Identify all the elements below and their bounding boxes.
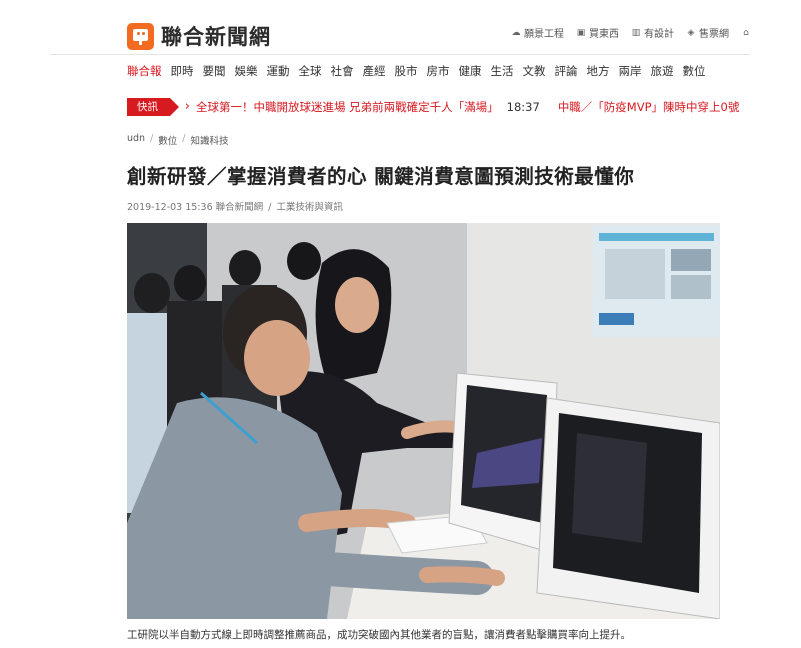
article-source[interactable]: 聯合新聞網 [216,202,264,213]
nav-item-education[interactable]: 文教 [523,63,546,79]
nav-item-udn-daily[interactable]: 聯合報 [127,63,162,79]
header-divider [50,54,750,55]
photo-caption: 工研院以半自動方式線上即時調整推薦商品，成功突破國內其他業者的盲點，讓消費者點擊… [127,629,631,641]
breadcrumb: udn / 數位 / 知識科技 [127,133,229,147]
site-logo[interactable]: 聯合新聞網 [127,21,271,51]
nav-item-society[interactable]: 社會 [331,63,354,79]
breadcrumb-item-digital[interactable]: 數位 [158,133,177,147]
nav-item-travel[interactable]: 旅遊 [651,63,674,79]
cart-icon: ▣ [576,27,586,38]
breadcrumb-item-home[interactable]: udn [127,133,145,147]
nav-item-instant[interactable]: 即時 [171,63,194,79]
udn-logo-icon [127,22,154,50]
chevron-right-icon: › [184,99,190,114]
nav-item-cross-strait[interactable]: 兩岸 [619,63,642,79]
breadcrumb-item-tech[interactable]: 知識科技 [191,133,229,147]
nav-item-health[interactable]: 健康 [459,63,482,79]
nav-item-life[interactable]: 生活 [491,63,514,79]
service-link-tickets[interactable]: ◈ 售票網 [686,25,729,41]
service-link-design[interactable]: ▥ 有設計 [631,25,674,41]
ticker-time: 18:37 [506,100,540,114]
service-link-more[interactable]: ⌂ [741,25,751,40]
article-title: 創新研發／掌握消費者的心 關鍵消費意圖預測技術最懂你 [127,165,635,188]
service-link-shop[interactable]: ▣ 買東西 [576,25,619,41]
nav-item-opinion[interactable]: 評論 [555,63,578,79]
nav-item-digital[interactable]: 數位 [683,63,706,79]
ticker-headline[interactable]: 全球第一！中職開放球迷進場 兄弟前兩戰確定千人「滿場」 [196,99,499,115]
breadcrumb-separator: / [182,133,186,144]
breaking-news-badge: 快訊 › [127,98,190,116]
article-photo [127,223,720,619]
nav-item-headlines[interactable]: 要聞 [203,63,226,79]
article-datetime: 2019-12-03 15:36 [127,202,213,213]
service-link-vision[interactable]: ☁ 願景工程 [511,25,565,41]
nav-item-stocks[interactable]: 股市 [395,63,418,79]
service-label: 買東西 [589,29,619,40]
nav-item-sports[interactable]: 運動 [267,63,290,79]
more-icon: ⌂ [743,27,749,38]
main-nav: 聯合報 即時 要聞 娛樂 運動 全球 社會 產經 股市 房市 健康 生活 文教 … [127,63,706,79]
ticker-headline[interactable]: 中職／「防疫MVP」陳時中穿上0號 [558,99,740,115]
breadcrumb-separator: / [150,133,154,144]
breaking-news-label: 快訊 [137,101,158,113]
nav-item-entertainment[interactable]: 娛樂 [235,63,258,79]
nav-item-housing[interactable]: 房市 [427,63,450,79]
site-name: 聯合新聞網 [161,25,271,49]
service-links: ☁ 願景工程 ▣ 買東西 ▥ 有設計 ◈ 售票網 ⌂ [511,25,751,41]
service-label: 願景工程 [524,29,564,40]
article-author[interactable]: 工業技術與資訊 [276,202,343,213]
tag-icon: ◈ [687,27,695,38]
landscape-icon: ☁ [511,27,521,38]
breaking-news-ticker: 快訊 › 全球第一！中職開放球迷進場 兄弟前兩戰確定千人「滿場」 18:37 中… [127,98,750,116]
service-label: 有設計 [644,29,674,40]
nav-item-local[interactable]: 地方 [587,63,610,79]
design-icon: ▥ [631,27,641,38]
nav-item-global[interactable]: 全球 [299,63,322,79]
article-meta: 2019-12-03 15:36 聯合新聞網 / 工業技術與資訊 [127,202,343,213]
nav-item-economy[interactable]: 產經 [363,63,386,79]
service-label: 售票網 [699,29,729,40]
